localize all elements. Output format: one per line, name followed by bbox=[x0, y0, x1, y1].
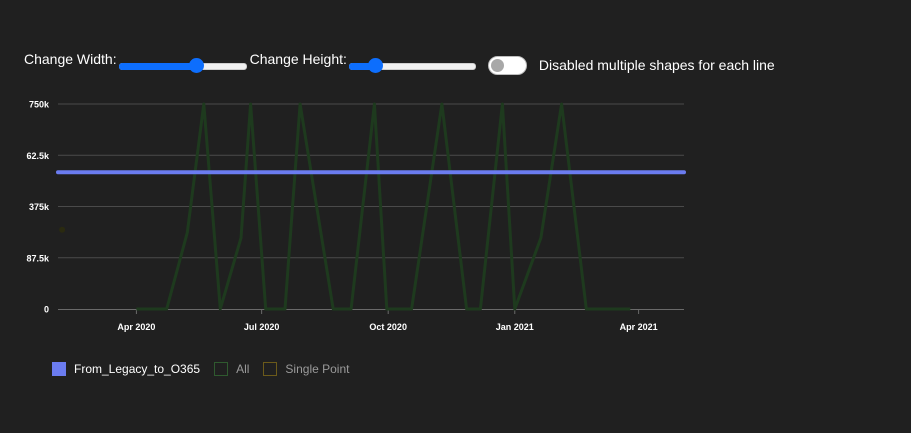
series-point-single-point bbox=[59, 226, 66, 233]
x-tick-label: Oct 2020 bbox=[369, 322, 407, 332]
width-slider-thumb[interactable] bbox=[188, 58, 204, 73]
line-chart: 0 87.5k 375k 62.5k 750k Apr 2020 Jul 2020 Oct 2… bbox=[26, 100, 686, 332]
toggle-label: Disabled multiple shapes for each line bbox=[538, 57, 775, 73]
chart-legend: From_Legacy_to_O365 All Single Point bbox=[52, 361, 363, 377]
height-slider-thumb[interactable] bbox=[367, 58, 383, 73]
legend-swatch-single-point bbox=[263, 362, 278, 376]
legend-label-single-point: Single Point bbox=[285, 362, 350, 376]
x-tick-label: Jul 2020 bbox=[244, 322, 280, 332]
chart-controls: Change Width: Change Height: Disabled mu… bbox=[24, 50, 775, 80]
legend-item-single-point[interactable]: Single Point bbox=[263, 362, 349, 376]
legend-swatch-from-legacy bbox=[52, 362, 66, 376]
x-tick-label: Apr 2020 bbox=[117, 322, 155, 332]
width-label: Change Width: bbox=[24, 51, 117, 67]
legend-label-from-legacy: From_Legacy_to_O365 bbox=[74, 362, 201, 376]
height-label: Change Height: bbox=[249, 51, 347, 67]
x-tick-label: Jan 2021 bbox=[496, 322, 534, 332]
legend-swatch-all bbox=[214, 362, 229, 376]
y-tick-label: 750k bbox=[29, 100, 50, 110]
y-tick-label: 0 bbox=[44, 305, 49, 315]
multiple-shapes-toggle[interactable] bbox=[487, 55, 527, 75]
x-tick-label: Apr 2021 bbox=[620, 322, 658, 332]
legend-label-all: All bbox=[236, 362, 250, 376]
width-slider-fill bbox=[118, 63, 197, 70]
toggle-knob bbox=[490, 58, 504, 72]
height-slider[interactable] bbox=[348, 57, 476, 73]
y-tick-label: 62.5k bbox=[26, 151, 50, 161]
y-tick-label: 87.5k bbox=[26, 253, 50, 263]
legend-item-from-legacy[interactable]: From_Legacy_to_O365 bbox=[52, 362, 200, 376]
y-tick-label: 375k bbox=[29, 202, 50, 212]
legend-item-all[interactable]: All bbox=[214, 362, 249, 376]
width-slider[interactable] bbox=[118, 57, 247, 73]
